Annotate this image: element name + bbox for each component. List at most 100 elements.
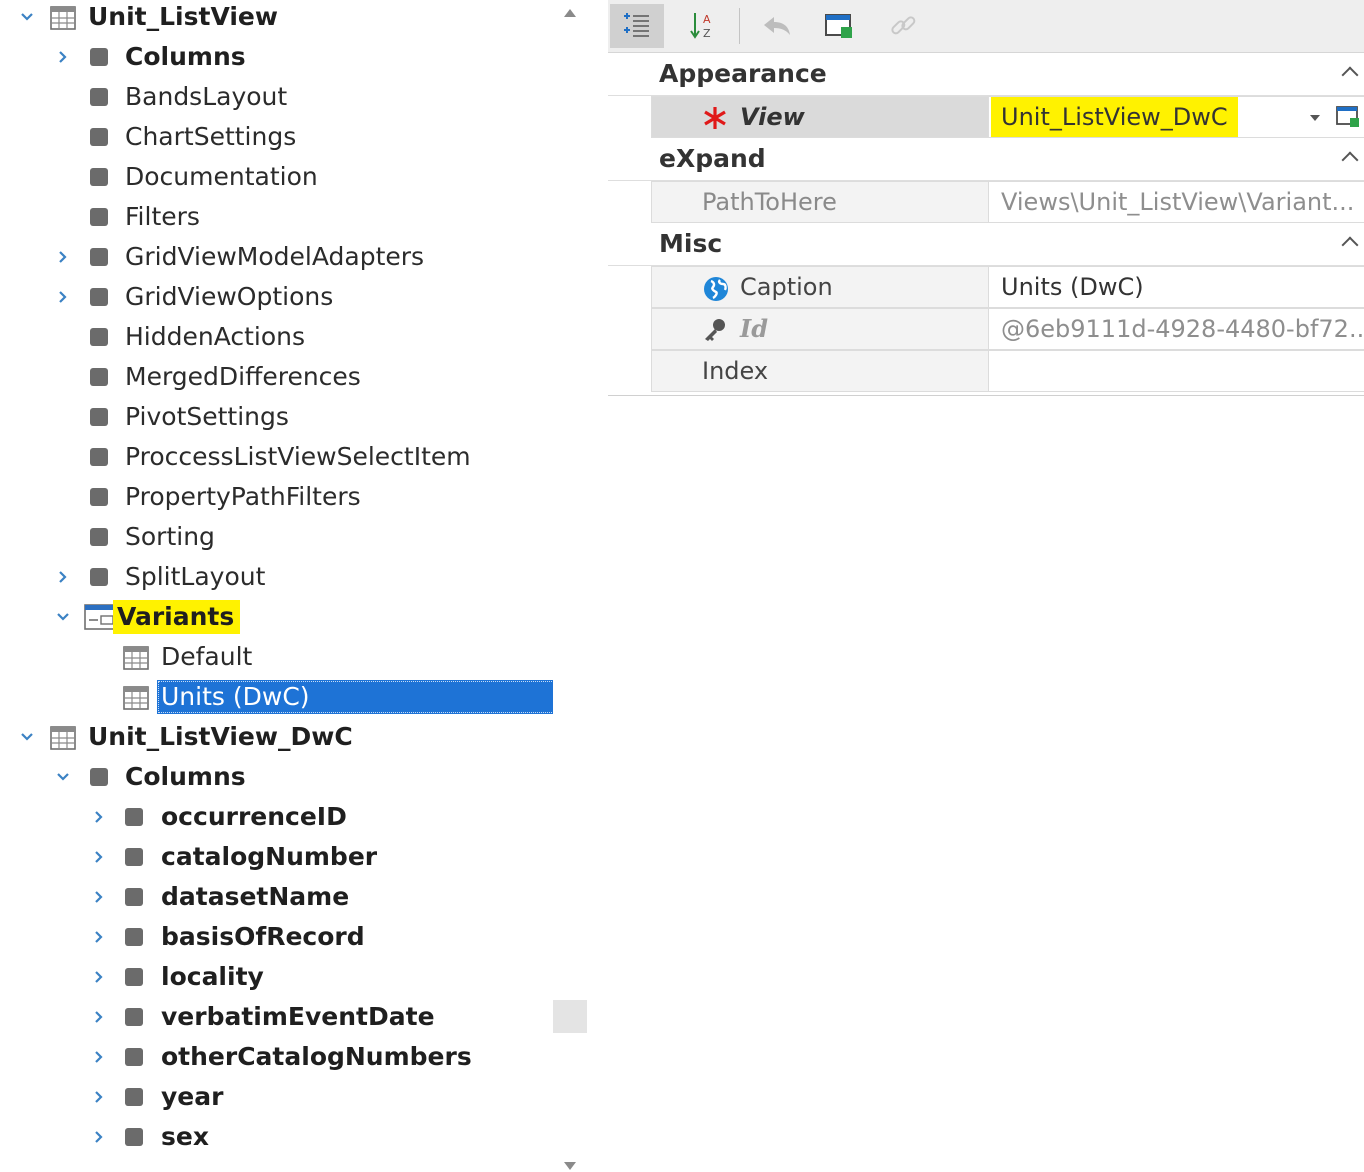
chevron-right-icon[interactable] xyxy=(89,917,109,957)
tree-node-label[interactable]: ChartSettings xyxy=(121,120,302,154)
scroll-thumb[interactable] xyxy=(553,1000,587,1033)
tree-node[interactable]: sex xyxy=(0,1117,553,1157)
tree-node-label[interactable]: catalogNumber xyxy=(157,840,383,874)
tree-node-label[interactable]: GridViewOptions xyxy=(121,280,339,314)
tree-node-label[interactable]: year xyxy=(157,1080,229,1114)
chevron-down-icon[interactable] xyxy=(53,757,73,797)
property-row[interactable]: View Unit_ListView_DwC xyxy=(651,96,1364,138)
tree-node-label[interactable]: PropertyPathFilters xyxy=(121,480,367,514)
alphabetical-button[interactable]: A Z xyxy=(676,4,730,48)
tree-node[interactable]: locality xyxy=(0,957,553,997)
tree-node[interactable]: basisOfRecord xyxy=(0,917,553,957)
tree-node-label[interactable]: basisOfRecord xyxy=(157,920,371,954)
tree-node[interactable]: Variants xyxy=(0,597,553,637)
tree-node-label[interactable]: Documentation xyxy=(121,160,324,194)
property-row[interactable]: Caption Units (DwC) xyxy=(651,266,1364,308)
tree-node-label[interactable]: Units (DwC) xyxy=(157,680,553,714)
tree-node-label[interactable]: PivotSettings xyxy=(121,400,295,434)
chevron-right-icon[interactable] xyxy=(89,1037,109,1077)
tree-node-label[interactable]: Unit_ListView_DwC xyxy=(84,720,359,754)
tree-node-label[interactable]: MergedDifferences xyxy=(121,360,367,394)
tree-node[interactable]: MergedDifferences xyxy=(0,357,553,397)
tree-node[interactable]: occurrenceID xyxy=(0,797,553,837)
tree-node[interactable]: GridViewOptions xyxy=(0,277,553,317)
tree-node-label[interactable]: sex xyxy=(157,1120,215,1154)
tree-node-label[interactable]: Default xyxy=(157,640,258,674)
tree-node[interactable]: Default xyxy=(0,637,553,677)
tree-node[interactable]: Columns xyxy=(0,757,553,797)
tree-node-label[interactable]: BandsLayout xyxy=(121,80,293,114)
tree-node[interactable]: otherCatalogNumbers xyxy=(0,1037,553,1077)
chevron-right-icon[interactable] xyxy=(53,277,73,317)
property-name-cell[interactable]: View xyxy=(651,96,989,138)
tree-node[interactable]: BandsLayout xyxy=(0,77,553,117)
tree-node-label[interactable]: Unit_ListView xyxy=(84,0,284,34)
category-header[interactable]: eXpand xyxy=(608,138,1364,181)
window-icon[interactable] xyxy=(1336,105,1360,129)
tree-node[interactable]: HiddenActions xyxy=(0,317,553,357)
tree-node[interactable]: verbatimEventDate xyxy=(0,997,553,1037)
chevron-right-icon[interactable] xyxy=(89,1077,109,1117)
property-value-cell[interactable]: Units (DwC) xyxy=(988,266,1364,308)
scroll-up-arrow-icon[interactable] xyxy=(564,9,576,17)
tree-node-label[interactable]: occurrenceID xyxy=(157,800,353,834)
chevron-right-icon[interactable] xyxy=(89,1117,109,1157)
tree-node-label[interactable]: Columns xyxy=(121,760,252,794)
property-row[interactable]: PathToHere Views\Unit_ListView\Variant... xyxy=(651,181,1364,223)
tree-node[interactable]: PropertyPathFilters xyxy=(0,477,553,517)
tree-node[interactable]: Unit_ListView_DwC xyxy=(0,717,553,757)
tree-node[interactable]: PivotSettings xyxy=(0,397,553,437)
tree-node-label[interactable]: Variants xyxy=(113,600,241,634)
chevron-down-icon[interactable] xyxy=(53,597,73,637)
property-name-cell[interactable]: Index xyxy=(651,350,989,392)
property-row[interactable]: Id @6eb9111d-4928-4480-bf72... xyxy=(651,308,1364,350)
tree-node[interactable]: SplitLayout xyxy=(0,557,553,597)
tree-scrollbar[interactable] xyxy=(553,0,587,1172)
chevron-up-icon[interactable] xyxy=(1341,66,1359,84)
dropdown-arrow-icon[interactable] xyxy=(1310,115,1320,121)
chevron-down-icon[interactable] xyxy=(17,0,37,37)
tree-node-label[interactable]: ProccessListViewSelectItem xyxy=(121,440,477,474)
tree-node-label[interactable]: Sorting xyxy=(121,520,221,554)
property-name-cell[interactable]: Caption xyxy=(651,266,989,308)
tree-node-label[interactable]: verbatimEventDate xyxy=(157,1000,441,1034)
tree-node-label[interactable]: datasetName xyxy=(157,880,355,914)
chevron-right-icon[interactable] xyxy=(89,797,109,837)
link-button[interactable] xyxy=(876,4,930,48)
window-button[interactable] xyxy=(812,4,866,48)
tree-node[interactable]: ProccessListViewSelectItem xyxy=(0,437,553,477)
categorized-button[interactable] xyxy=(610,4,664,48)
tree-node[interactable]: Columns xyxy=(0,37,553,77)
tree-node-label[interactable]: otherCatalogNumbers xyxy=(157,1040,478,1074)
tree-node[interactable]: year xyxy=(0,1077,553,1117)
tree-node[interactable]: Unit_ListView xyxy=(0,0,553,37)
tree-node[interactable]: Documentation xyxy=(0,157,553,197)
chevron-up-icon[interactable] xyxy=(1341,151,1359,169)
tree-node[interactable]: Units (DwC) xyxy=(0,677,553,717)
property-name-cell[interactable]: Id xyxy=(651,308,989,350)
tree-node-label[interactable]: GridViewModelAdapters xyxy=(121,240,430,274)
chevron-right-icon[interactable] xyxy=(89,837,109,877)
property-row[interactable]: Index xyxy=(651,350,1364,392)
chevron-right-icon[interactable] xyxy=(53,37,73,77)
undo-button[interactable] xyxy=(750,4,804,48)
chevron-right-icon[interactable] xyxy=(89,957,109,997)
chevron-down-icon[interactable] xyxy=(17,717,37,757)
scroll-down-arrow-icon[interactable] xyxy=(564,1162,576,1170)
tree-node-label[interactable]: locality xyxy=(157,960,270,994)
tree-node[interactable]: GridViewModelAdapters xyxy=(0,237,553,277)
tree-node[interactable]: Sorting xyxy=(0,517,553,557)
tree-node[interactable]: catalogNumber xyxy=(0,837,553,877)
tree-node-label[interactable]: HiddenActions xyxy=(121,320,311,354)
category-header[interactable]: Appearance xyxy=(608,53,1364,96)
property-value-cell[interactable]: @6eb9111d-4928-4480-bf72... xyxy=(988,308,1364,350)
chevron-right-icon[interactable] xyxy=(53,237,73,277)
tree-node-label[interactable]: Columns xyxy=(121,40,252,74)
model-tree[interactable]: Unit_ListView Columns BandsLayout ChartSett… xyxy=(0,0,553,1172)
splitter[interactable] xyxy=(587,0,608,1172)
tree-node-label[interactable]: SplitLayout xyxy=(121,560,271,594)
chevron-right-icon[interactable] xyxy=(89,997,109,1037)
property-value-cell[interactable] xyxy=(988,350,1364,392)
chevron-right-icon[interactable] xyxy=(89,877,109,917)
property-value-cell[interactable]: Views\Unit_ListView\Variant... xyxy=(988,181,1364,223)
